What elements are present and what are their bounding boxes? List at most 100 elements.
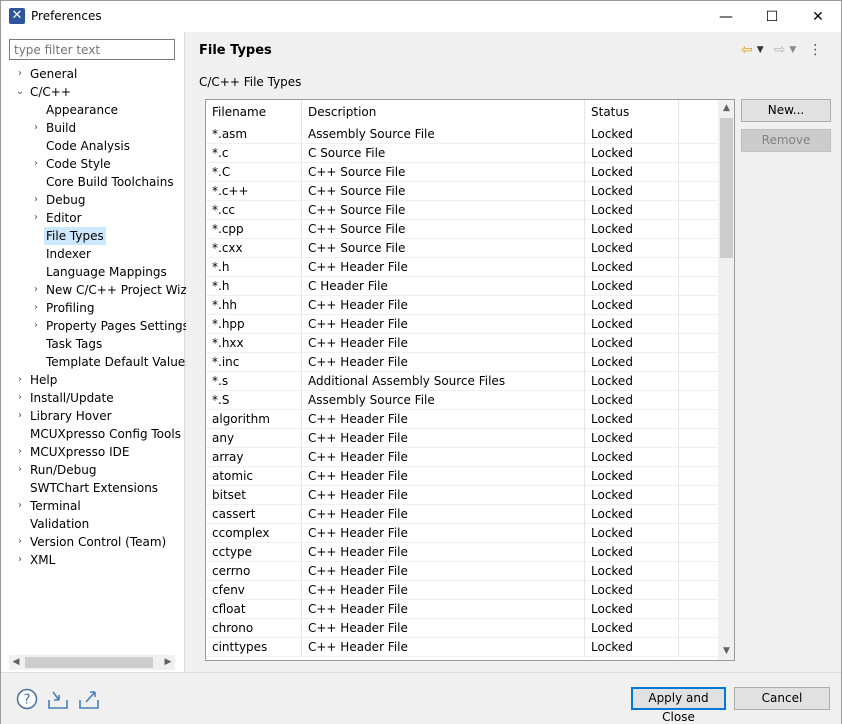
expanded-chevron-icon[interactable]: ⌄ (15, 83, 25, 101)
view-menu-icon[interactable]: ⋮ (808, 42, 822, 58)
tree-item[interactable]: Template Default Values (1, 353, 191, 371)
back-dropdown-icon[interactable]: ▼ (757, 45, 764, 55)
forward-dropdown-icon[interactable]: ▼ (789, 45, 796, 55)
collapsed-chevron-icon[interactable]: › (15, 407, 25, 425)
table-row[interactable]: *.inc C++ Header File Locked (206, 353, 718, 372)
forward-arrow-icon[interactable]: ⇨ (774, 42, 786, 58)
collapsed-chevron-icon[interactable]: › (31, 119, 41, 137)
table-vertical-scrollbar[interactable]: ▲ ▼ (718, 100, 734, 660)
table-row[interactable]: *.h C++ Header File Locked (206, 258, 718, 277)
collapsed-chevron-icon[interactable]: › (31, 191, 41, 209)
scrollbar-thumb[interactable] (25, 657, 153, 668)
tree-item[interactable]: › Code Style (1, 155, 185, 173)
help-icon[interactable]: ? (16, 688, 38, 710)
table-row[interactable]: *.c++ C++ Source File Locked (206, 182, 718, 201)
back-arrow-icon[interactable]: ⇦ (741, 42, 753, 58)
cancel-button[interactable]: Cancel (734, 687, 830, 710)
tree-item[interactable]: Indexer (1, 245, 185, 263)
tree-item[interactable]: › XML (1, 551, 185, 569)
column-header-description[interactable]: Description (302, 100, 585, 125)
tree-item[interactable]: › Profiling (1, 299, 185, 317)
tree-item[interactable]: Appearance (1, 101, 185, 119)
collapsed-chevron-icon[interactable]: › (31, 317, 41, 335)
table-row[interactable]: cerrno C++ Header File Locked (206, 562, 718, 581)
table-row[interactable]: *.C C++ Source File Locked (206, 163, 718, 182)
remove-button[interactable]: Remove (741, 129, 831, 152)
tree-horizontal-scrollbar[interactable]: ◀ ▶ (9, 655, 175, 670)
tree-item[interactable]: Core Build Toolchains (1, 173, 185, 191)
table-row[interactable]: *.cpp C++ Source File Locked (206, 220, 718, 239)
table-row[interactable]: cfenv C++ Header File Locked (206, 581, 718, 600)
collapsed-chevron-icon[interactable]: › (15, 65, 25, 83)
tree-item[interactable]: › Terminal (1, 497, 185, 515)
table-row[interactable]: cfloat C++ Header File Locked (206, 600, 718, 619)
tree-item[interactable]: › Build (1, 119, 185, 137)
table-row[interactable]: *.cc C++ Source File Locked (206, 201, 718, 220)
tree-item[interactable]: › New C/C++ Project Wiza (1, 281, 194, 299)
collapsed-chevron-icon[interactable]: › (31, 155, 41, 173)
scrollbar-thumb[interactable] (720, 118, 733, 258)
table-row[interactable]: cinttypes C++ Header File Locked (206, 638, 718, 657)
tree-item[interactable]: › Install/Update (1, 389, 185, 407)
tree-item[interactable]: › Library Hover (1, 407, 185, 425)
collapsed-chevron-icon[interactable]: › (15, 371, 25, 389)
collapsed-chevron-icon[interactable]: › (15, 461, 25, 479)
minimize-button[interactable]: — (703, 1, 749, 32)
tree-item[interactable]: › MCUXpresso IDE (1, 443, 185, 461)
table-row[interactable]: *.hh C++ Header File Locked (206, 296, 718, 315)
tree-item[interactable]: ⌄ C/C++ (1, 83, 185, 101)
tree-item[interactable]: Task Tags (1, 335, 185, 353)
close-button[interactable]: ✕ (795, 1, 841, 32)
table-row[interactable]: cctype C++ Header File Locked (206, 543, 718, 562)
table-row[interactable]: *.asm Assembly Source File Locked (206, 125, 718, 144)
tree-item[interactable]: MCUXpresso Config Tools (1, 425, 185, 443)
tree-item[interactable]: › Editor (1, 209, 185, 227)
tree-item[interactable]: › Property Pages Settings (1, 317, 189, 335)
scroll-up-icon[interactable]: ▲ (718, 100, 734, 117)
tree-item[interactable]: › Help (1, 371, 185, 389)
table-row[interactable]: ccomplex C++ Header File Locked (206, 524, 718, 543)
export-icon[interactable] (78, 688, 100, 710)
tree-item[interactable]: › Run/Debug (1, 461, 185, 479)
tree-item[interactable]: › Version Control (Team) (1, 533, 185, 551)
tree-item[interactable]: SWTChart Extensions (1, 479, 185, 497)
collapsed-chevron-icon[interactable]: › (15, 443, 25, 461)
tree-item[interactable]: Validation (1, 515, 185, 533)
scroll-right-icon[interactable]: ▶ (161, 655, 175, 670)
maximize-button[interactable]: ☐ (749, 1, 795, 32)
tree-item[interactable]: Code Analysis (1, 137, 185, 155)
collapsed-chevron-icon[interactable]: › (31, 209, 41, 227)
table-row[interactable]: bitset C++ Header File Locked (206, 486, 718, 505)
table-row[interactable]: algorithm C++ Header File Locked (206, 410, 718, 429)
table-row[interactable]: chrono C++ Header File Locked (206, 619, 718, 638)
collapsed-chevron-icon[interactable]: › (15, 389, 25, 407)
collapsed-chevron-icon[interactable]: › (31, 299, 41, 317)
scroll-left-icon[interactable]: ◀ (9, 655, 23, 670)
table-row[interactable]: any C++ Header File Locked (206, 429, 718, 448)
filter-input[interactable] (9, 39, 175, 60)
tree-item[interactable]: Language Mappings (1, 263, 185, 281)
new-button[interactable]: New... (741, 99, 831, 122)
collapsed-chevron-icon[interactable]: › (15, 551, 25, 569)
import-icon[interactable] (47, 688, 69, 710)
table-row[interactable]: *.c C Source File Locked (206, 144, 718, 163)
column-header-status[interactable]: Status (585, 100, 679, 125)
collapsed-chevron-icon[interactable]: › (31, 281, 41, 299)
tree-item[interactable]: › General (1, 65, 185, 83)
column-header-filename[interactable]: Filename (206, 100, 302, 125)
tree-item[interactable]: File Types (1, 227, 185, 245)
table-row[interactable]: *.hpp C++ Header File Locked (206, 315, 718, 334)
table-row[interactable]: array C++ Header File Locked (206, 448, 718, 467)
apply-and-close-button[interactable]: Apply and Close (631, 687, 726, 724)
table-row[interactable]: *.hxx C++ Header File Locked (206, 334, 718, 353)
title-bar[interactable]: ✕ Preferences — ☐ ✕ (1, 1, 841, 32)
table-row[interactable]: *.h C Header File Locked (206, 277, 718, 296)
table-row[interactable]: *.cxx C++ Source File Locked (206, 239, 718, 258)
table-row[interactable]: *.S Assembly Source File Locked (206, 391, 718, 410)
scroll-down-icon[interactable]: ▼ (718, 643, 734, 660)
table-row[interactable]: atomic C++ Header File Locked (206, 467, 718, 486)
table-row[interactable]: cassert C++ Header File Locked (206, 505, 718, 524)
table-row[interactable]: *.s Additional Assembly Source Files Locke… (206, 372, 718, 391)
collapsed-chevron-icon[interactable]: › (15, 497, 25, 515)
tree-item[interactable]: › Debug (1, 191, 185, 209)
